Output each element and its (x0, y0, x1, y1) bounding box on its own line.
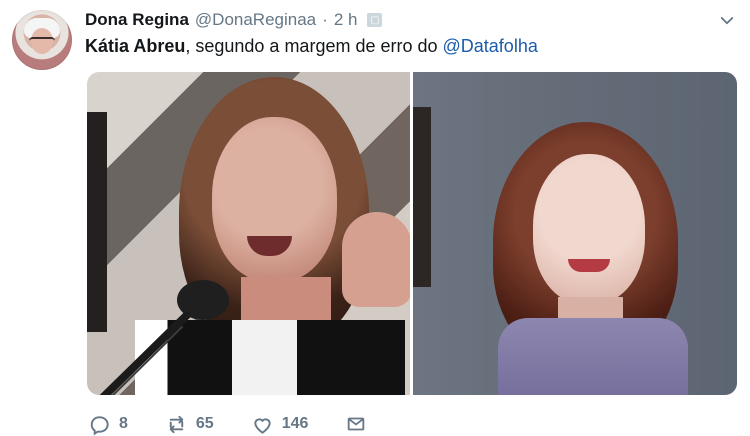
photo-left[interactable] (87, 72, 410, 395)
chevron-down-icon[interactable] (718, 12, 736, 30)
heart-icon (254, 417, 271, 434)
like-button[interactable]: 146 (251, 413, 309, 436)
tweet-actions: 8 65 146 (88, 412, 367, 436)
photo-right[interactable] (413, 72, 737, 395)
user-handle[interactable]: @DonaReginaa (195, 10, 316, 30)
time-separator: · (322, 10, 328, 29)
tweet-header: Dona Regina @DonaReginaa · 2 h ▢ (85, 8, 383, 32)
avatar-glasses (29, 37, 55, 45)
message-button[interactable] (345, 413, 367, 435)
reply-icon (90, 415, 109, 435)
mail-icon (348, 417, 365, 431)
photo-left-hand (342, 212, 410, 307)
retweet-count: 65 (195, 415, 214, 432)
mention-link[interactable]: @Datafolha (443, 36, 538, 56)
photo-right-clothes (498, 318, 688, 395)
photo-right-mouth (568, 259, 610, 272)
tweet-time[interactable]: 2 h (334, 10, 358, 30)
retweet-icon (169, 415, 184, 433)
avatar[interactable] (12, 10, 72, 70)
background-person (413, 107, 431, 287)
badge-icon: ▢ (367, 13, 383, 27)
display-name[interactable]: Dona Regina (85, 10, 189, 30)
photo-left-face (212, 117, 337, 282)
tweet-bold-text: Kátia Abreu (85, 36, 186, 56)
tweet-body-text: , segundo a margem de erro do (185, 36, 443, 56)
retweet-button[interactable]: 65 (165, 413, 214, 436)
reply-button[interactable]: 8 (88, 413, 128, 436)
tweet-text: Kátia Abreu, segundo a margem de erro do… (85, 34, 538, 58)
microphone-icon (99, 280, 229, 395)
reply-count: 8 (119, 415, 128, 432)
like-count: 146 (281, 415, 309, 432)
photo-right-face (533, 154, 645, 304)
tweet-media[interactable] (87, 72, 737, 395)
